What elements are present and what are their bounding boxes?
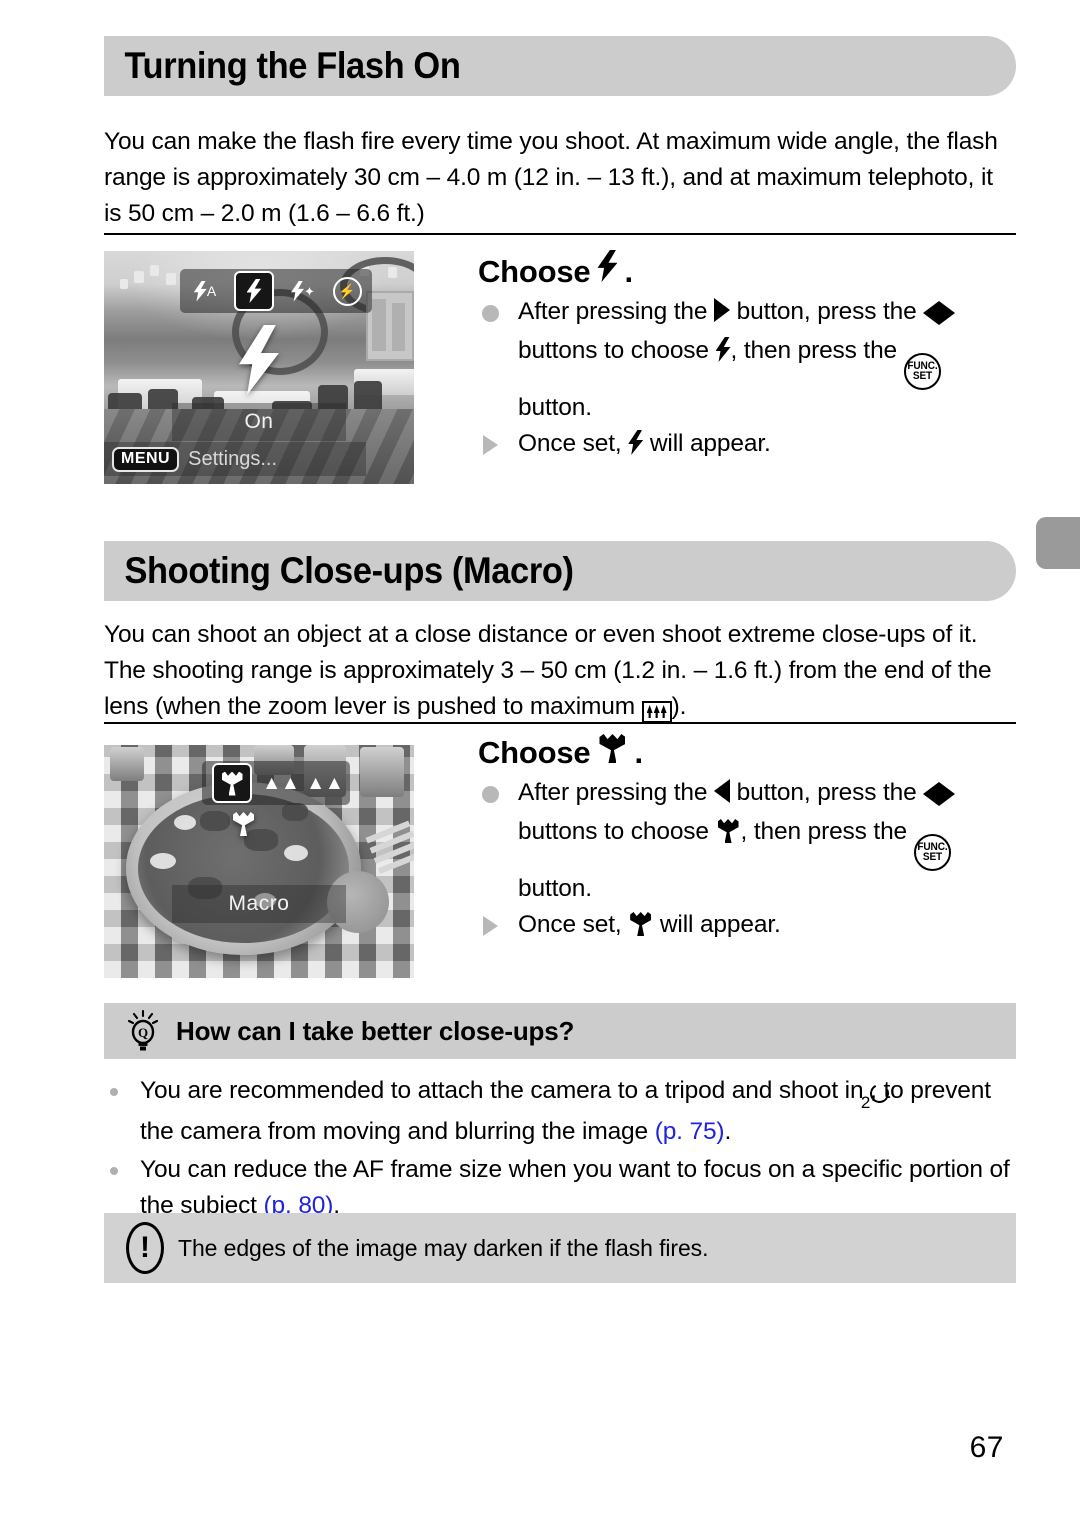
bullet-text-3: buttons to choose bbox=[518, 818, 709, 845]
step-result: Once set, will appear. bbox=[478, 907, 1018, 943]
svg-text:Q: Q bbox=[138, 1025, 148, 1040]
flash-mode-selector[interactable]: A ✦ ⚡ bbox=[180, 269, 372, 313]
flash-on-icon[interactable] bbox=[234, 271, 274, 311]
bullet-text-1: After pressing the bbox=[518, 298, 708, 325]
bullet-text-1: After pressing the bbox=[518, 779, 708, 806]
slow-sync-flash-icon[interactable]: ✦ bbox=[288, 276, 318, 306]
lightbulb-question-icon: Q bbox=[126, 1009, 160, 1052]
left-arrow-icon bbox=[714, 779, 730, 803]
flash-icon bbox=[628, 429, 644, 455]
triangle-bullet-icon bbox=[483, 915, 498, 936]
left-right-arrows-icon bbox=[923, 778, 956, 814]
warning-box: ! The edges of the image may darken if t… bbox=[104, 1213, 1016, 1283]
flash-icon bbox=[715, 337, 731, 362]
step-choose-macro: Choose . After pressing the button, pres… bbox=[478, 733, 1018, 943]
bullet-dot-icon bbox=[482, 786, 499, 803]
func-set-button-icon: FUNC. SET bbox=[913, 833, 951, 871]
tip-heading-bar: Q How can I take better close-ups? bbox=[104, 1003, 1016, 1059]
flash-off-icon[interactable]: ⚡ bbox=[332, 276, 362, 306]
macro-mode-selector[interactable]: ▲▲ ▲▲ bbox=[202, 761, 350, 805]
manual-page: Turning the Flash On You can make the fl… bbox=[0, 0, 1080, 1521]
bullet-text-5: button. bbox=[518, 393, 592, 421]
section-title: Turning the Flash On bbox=[124, 45, 461, 86]
menu-settings-bar[interactable]: MENU Settings... bbox=[104, 442, 367, 476]
section-title: Shooting Close-ups (Macro) bbox=[124, 550, 574, 591]
tulip-icon bbox=[597, 733, 627, 763]
step-heading-text: Choose bbox=[478, 254, 591, 289]
menu-settings-text: Settings... bbox=[188, 447, 278, 470]
section-intro-flash: You can make the flash fire every time y… bbox=[104, 128, 998, 227]
bullet-text-3: buttons to choose bbox=[518, 337, 709, 364]
bullet-text-2: button, press the bbox=[736, 779, 917, 806]
bullet-text-4: , then press the bbox=[740, 818, 908, 845]
flash-status-label: On bbox=[172, 403, 346, 441]
section-banner-macro: Shooting Close-ups (Macro) bbox=[104, 541, 1016, 601]
section-intro-macro: You can shoot an object at a close dista… bbox=[104, 617, 1009, 725]
step-bullet: After pressing the button, press the but… bbox=[478, 775, 1018, 907]
intro-text-1: You can shoot an object at a close dista… bbox=[104, 621, 992, 720]
section-banner-flash: Turning the Flash On bbox=[104, 36, 1016, 96]
flash-icon bbox=[597, 250, 618, 282]
normal-af-icon[interactable]: ▲▲ bbox=[262, 768, 300, 798]
flash-auto-icon[interactable]: A bbox=[190, 276, 220, 306]
step-bullet: After pressing the button, press the but… bbox=[478, 294, 1018, 426]
tip-text-3: . bbox=[724, 1118, 732, 1145]
exclamation-oval-icon: ! bbox=[126, 1222, 164, 1274]
func-set-button-icon: FUNC. SET bbox=[903, 352, 941, 390]
bullet-dot-icon bbox=[482, 305, 499, 322]
divider-rule bbox=[104, 233, 1016, 235]
tulip-icon bbox=[628, 911, 653, 936]
macro-large-icon bbox=[231, 811, 287, 870]
bullet-text-4: , then press the bbox=[730, 337, 898, 364]
step-heading: Choose . bbox=[478, 250, 1018, 290]
step-heading-text: Choose bbox=[478, 735, 591, 770]
chapter-thumb-tab bbox=[1036, 517, 1080, 569]
left-right-arrows-icon bbox=[923, 297, 956, 333]
infinity-icon[interactable]: ▲▲ bbox=[306, 768, 344, 798]
right-arrow-icon bbox=[714, 298, 730, 322]
result-text-2: will appear. bbox=[659, 910, 781, 938]
page-number: 67 bbox=[969, 1431, 1004, 1464]
step-result: Once set, will appear. bbox=[478, 426, 1018, 462]
tip-title: How can I take better close-ups? bbox=[176, 1015, 575, 1046]
bullet-text-5: button. bbox=[518, 874, 592, 902]
bullet-text-2: button, press the bbox=[736, 298, 917, 325]
tulip-icon bbox=[716, 818, 741, 843]
step-heading-period: . bbox=[624, 254, 633, 289]
result-text-1: Once set, bbox=[518, 429, 622, 457]
divider-rule bbox=[104, 722, 1016, 724]
macro-status-label: Macro bbox=[172, 885, 346, 923]
list-item: You are recommended to attach the camera… bbox=[104, 1073, 1014, 1150]
tip-list: You are recommended to attach the camera… bbox=[104, 1073, 1014, 1226]
flash-large-icon bbox=[239, 325, 279, 396]
macro-tulip-icon[interactable] bbox=[212, 763, 252, 803]
intro-text-2: ). bbox=[671, 693, 687, 720]
step-choose-flash: Choose . After pressing the button, pres… bbox=[478, 250, 1018, 462]
triangle-bullet-icon bbox=[483, 434, 498, 455]
menu-button-chip[interactable]: MENU bbox=[112, 446, 180, 472]
flash-mode-screen: A ✦ ⚡ On MENU Settings... bbox=[104, 251, 414, 484]
tip-text-1: You are recommended to attach the camera… bbox=[140, 1077, 864, 1104]
step-heading: Choose . bbox=[478, 733, 1018, 771]
result-text-2: will appear. bbox=[649, 429, 771, 457]
wide-angle-zoom-icon bbox=[641, 700, 672, 723]
warning-text: The edges of the image may darken if the… bbox=[178, 1234, 709, 1261]
step-heading-period: . bbox=[634, 735, 643, 770]
page-reference-link[interactable]: (p. 75) bbox=[655, 1118, 725, 1145]
macro-mode-screen: ▲▲ ▲▲ Macro bbox=[104, 745, 414, 978]
result-text-1: Once set, bbox=[518, 910, 622, 938]
